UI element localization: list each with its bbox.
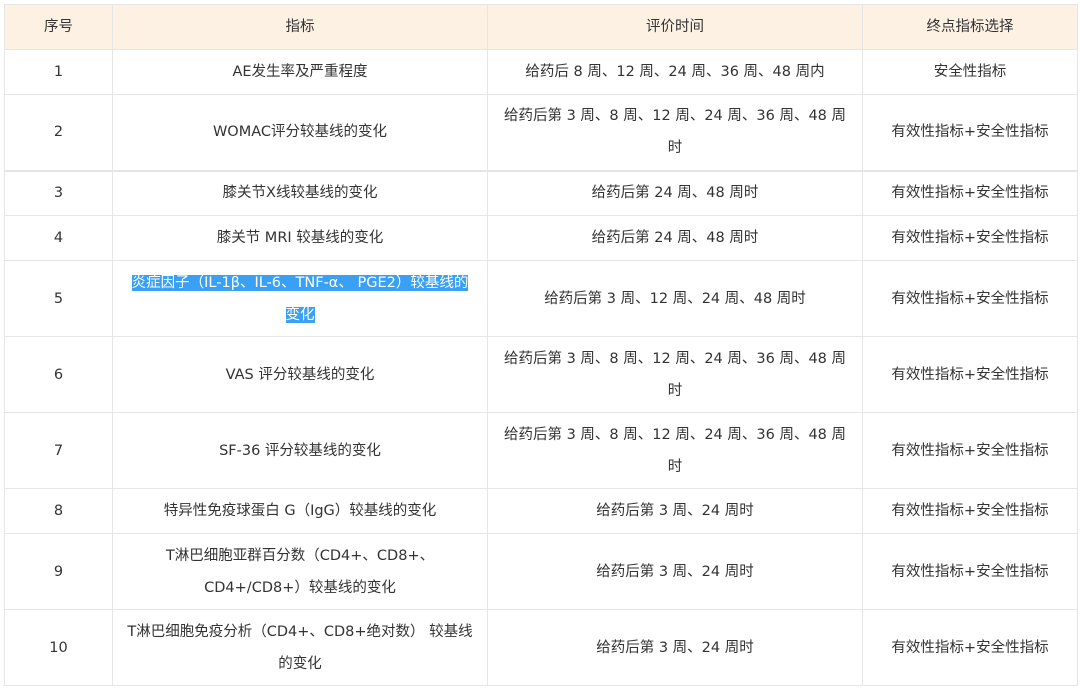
table-row: 2 WOMAC评分较基线的变化 给药后第 3 周、8 周、12 周、24 周、3… (4, 94, 1078, 171)
cell-indicator: 膝关节X线较基线的变化 (112, 169, 488, 216)
cell-indicator: 膝关节 MRI 较基线的变化 (112, 215, 488, 261)
cell-no: 5 (4, 260, 113, 337)
header-no: 序号 (4, 4, 113, 50)
table-row: 10 T淋巴细胞免疫分析（CD4+、CD8+绝对数） 较基线的变化 给药后第 3… (4, 609, 1078, 686)
header-row: 序号 指标 评价时间 终点指标选择 (4, 4, 1078, 50)
cell-indicator: WOMAC评分较基线的变化 (112, 94, 488, 171)
cell-endpoint: 有效性指标+安全性指标 (862, 488, 1078, 534)
table-row: 5 炎症因子（IL-1β、IL-6、TNF-α、 PGE2）较基线的变化 给药后… (4, 260, 1078, 337)
cell-endpoint: 有效性指标+安全性指标 (862, 412, 1078, 489)
cell-time: 给药后第 24 周、48 周时 (487, 215, 863, 261)
cell-time: 给药后第 3 周、8 周、12 周、24 周、36 周、48 周时 (487, 336, 863, 413)
cell-time: 给药后 8 周、12 周、24 周、36 周、48 周内 (487, 49, 863, 95)
header-endpoint: 终点指标选择 (862, 4, 1078, 50)
cell-no: 4 (4, 215, 113, 261)
cell-indicator: T淋巴细胞免疫分析（CD4+、CD8+绝对数） 较基线的变化 (112, 609, 488, 686)
cell-time: 给药后第 24 周、48 周时 (487, 169, 863, 216)
cell-endpoint: 有效性指标+安全性指标 (862, 336, 1078, 413)
table-row: 7 SF-36 评分较基线的变化 给药后第 3 周、8 周、12 周、24 周、… (4, 412, 1078, 489)
cell-no: 7 (4, 412, 113, 489)
cell-no: 2 (4, 94, 113, 171)
cell-no: 9 (4, 533, 113, 610)
cell-time: 给药后第 3 周、24 周时 (487, 609, 863, 686)
cell-indicator: VAS 评分较基线的变化 (112, 336, 488, 413)
table-row: 9 T淋巴细胞亚群百分数（CD4+、CD8+、CD4+/CD8+）较基线的变化 … (4, 533, 1078, 610)
header-indicator: 指标 (112, 4, 488, 50)
cell-indicator: T淋巴细胞亚群百分数（CD4+、CD8+、CD4+/CD8+）较基线的变化 (112, 533, 488, 610)
indicator-table: 序号 指标 评价时间 终点指标选择 1 AE发生率及严重程度 给药后 8 周、1… (4, 4, 1078, 686)
cell-no: 1 (4, 49, 113, 95)
cell-endpoint: 有效性指标+安全性指标 (862, 260, 1078, 337)
table-row: 6 VAS 评分较基线的变化 给药后第 3 周、8 周、12 周、24 周、36… (4, 336, 1078, 413)
cell-no: 10 (4, 609, 113, 686)
cell-endpoint: 有效性指标+安全性指标 (862, 215, 1078, 261)
header-time: 评价时间 (487, 4, 863, 50)
table-row: 8 特异性免疫球蛋白 G（IgG）较基线的变化 给药后第 3 周、24 周时 有… (4, 488, 1078, 534)
cell-endpoint: 有效性指标+安全性指标 (862, 609, 1078, 686)
cell-indicator: 特异性免疫球蛋白 G（IgG）较基线的变化 (112, 488, 488, 534)
cell-no: 8 (4, 488, 113, 534)
cell-no: 3 (4, 169, 113, 216)
cell-time: 给药后第 3 周、24 周时 (487, 488, 863, 534)
cell-endpoint: 安全性指标 (862, 49, 1078, 95)
table-row: 1 AE发生率及严重程度 给药后 8 周、12 周、24 周、36 周、48 周… (4, 49, 1078, 95)
cell-endpoint: 有效性指标+安全性指标 (862, 533, 1078, 610)
cell-time: 给药后第 3 周、12 周、24 周、48 周时 (487, 260, 863, 337)
cell-endpoint: 有效性指标+安全性指标 (862, 169, 1078, 216)
cell-endpoint: 有效性指标+安全性指标 (862, 94, 1078, 171)
cell-indicator-selected[interactable]: 炎症因子（IL-1β、IL-6、TNF-α、 PGE2）较基线的变化 (112, 260, 488, 337)
cell-no: 6 (4, 336, 113, 413)
cell-time: 给药后第 3 周、8 周、12 周、24 周、36 周、48 周时 (487, 94, 863, 171)
cell-time: 给药后第 3 周、24 周时 (487, 533, 863, 610)
table-row: 4 膝关节 MRI 较基线的变化 给药后第 24 周、48 周时 有效性指标+安… (4, 215, 1078, 261)
selected-text[interactable]: 炎症因子（IL-1β、IL-6、TNF-α、 PGE2）较基线的变化 (131, 274, 469, 323)
table-row: 3 膝关节X线较基线的变化 给药后第 24 周、48 周时 有效性指标+安全性指… (4, 169, 1078, 216)
cell-indicator: AE发生率及严重程度 (112, 49, 488, 95)
cell-time: 给药后第 3 周、8 周、12 周、24 周、36 周、48 周时 (487, 412, 863, 489)
cell-indicator: SF-36 评分较基线的变化 (112, 412, 488, 489)
